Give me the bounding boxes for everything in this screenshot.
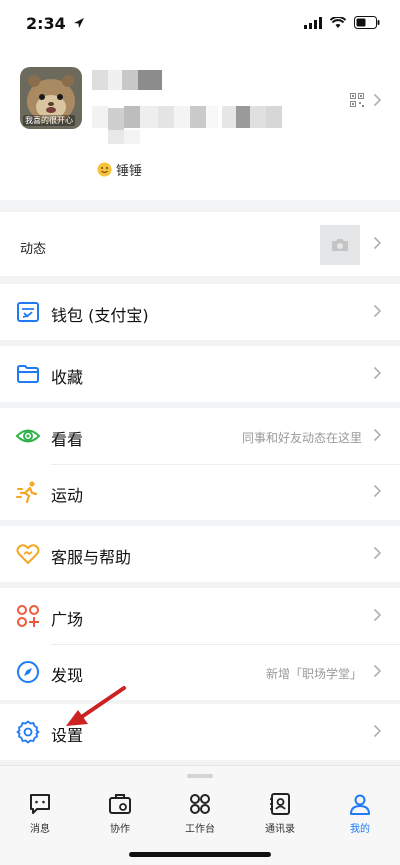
- menu-row-help[interactable]: 客服与帮助: [0, 526, 400, 582]
- bottom-tab-bar: 消息 协作 工作台 通讯录 我的: [0, 765, 400, 865]
- tab-contacts[interactable]: 通讯录: [240, 792, 320, 835]
- status-bar: 2:34: [0, 0, 400, 50]
- menu-row-plaza[interactable]: 广场: [0, 588, 400, 644]
- menu-row-sport[interactable]: 运动: [0, 464, 400, 520]
- person-icon: [350, 794, 370, 815]
- signal-icon: [304, 16, 322, 29]
- tab-messages[interactable]: 消息: [0, 792, 80, 835]
- camera-icon: [332, 239, 348, 251]
- menu-label-wallet: 钱包 (支付宝): [51, 306, 149, 325]
- chevron-right-icon: [373, 484, 382, 498]
- tab-workbench[interactable]: 工作台: [160, 792, 240, 835]
- user-status[interactable]: 锤锤: [97, 160, 142, 179]
- row-divider: [51, 464, 400, 465]
- chevron-right-icon: [373, 428, 382, 442]
- menu-label-sport: 运动: [51, 486, 84, 505]
- menu-row-watch[interactable]: 看看 同事和好友动态在这里: [0, 408, 400, 464]
- menu-row-favorites[interactable]: 收藏: [0, 346, 400, 402]
- menu-hint-watch: 同事和好友动态在这里: [241, 431, 362, 445]
- account-mosaic: [92, 100, 292, 148]
- smiley-icon: [97, 162, 112, 177]
- battery-icon: [354, 16, 380, 29]
- moments-thumbnail: [320, 225, 360, 265]
- chevron-right-icon: [373, 546, 382, 560]
- chevron-right-icon: [373, 608, 382, 622]
- moments-label: 动态: [20, 242, 47, 257]
- tab-label: 我的: [350, 824, 370, 835]
- chevron-right-icon: [373, 93, 382, 107]
- qr-code-icon[interactable]: [350, 93, 364, 107]
- user-status-label: 锤锤: [116, 164, 143, 179]
- menu-label-watch: 看看: [51, 430, 84, 449]
- chevron-right-icon: [373, 236, 382, 250]
- eye-icon: [16, 429, 40, 443]
- folder-icon: [17, 365, 39, 383]
- contacts-icon: [270, 793, 290, 815]
- avatar-caption: 我喜的很开心: [23, 115, 75, 126]
- tab-collaboration[interactable]: 协作: [80, 792, 160, 835]
- tab-label: 协作: [110, 824, 130, 835]
- menu-label-discover: 发现: [51, 666, 84, 685]
- compass-icon: [17, 661, 39, 683]
- drag-handle[interactable]: [187, 774, 213, 778]
- wallet-icon: [17, 302, 39, 322]
- briefcase-icon: [109, 794, 131, 814]
- wifi-icon: [330, 16, 346, 28]
- menu-row-wallet[interactable]: 钱包 (支付宝): [0, 284, 400, 340]
- chevron-right-icon: [373, 724, 382, 738]
- row-divider: [51, 644, 400, 645]
- moments-row[interactable]: 动态: [0, 212, 400, 276]
- chevron-right-icon: [373, 664, 382, 678]
- heart-icon: [16, 544, 40, 565]
- chevron-right-icon: [373, 366, 382, 380]
- menu-label-help: 客服与帮助: [51, 548, 132, 567]
- home-indicator[interactable]: [129, 852, 271, 857]
- annotation-arrow: [66, 686, 126, 726]
- menu-hint-discover: 新增「职场学堂」: [265, 667, 362, 681]
- location-arrow-icon: [74, 18, 85, 28]
- menu-label-plaza: 广场: [51, 610, 84, 629]
- apps-plus-icon: [17, 605, 39, 627]
- grid-icon: [190, 794, 210, 814]
- avatar[interactable]: 我喜的很开心: [20, 67, 82, 129]
- tab-label: 通讯录: [265, 824, 295, 835]
- status-time: 2:34: [26, 14, 85, 33]
- tab-label: 消息: [30, 824, 50, 835]
- status-icons: [304, 16, 380, 29]
- chevron-right-icon: [373, 304, 382, 318]
- tab-me[interactable]: 我的: [320, 792, 400, 835]
- profile-header[interactable]: 我喜的很开心 锤锤: [0, 50, 400, 200]
- tab-label: 工作台: [185, 824, 215, 835]
- menu-label-favorites: 收藏: [51, 368, 84, 387]
- name-mosaic: [92, 70, 162, 94]
- gear-icon: [16, 720, 40, 744]
- message-icon: [30, 794, 50, 814]
- running-icon: [16, 481, 38, 504]
